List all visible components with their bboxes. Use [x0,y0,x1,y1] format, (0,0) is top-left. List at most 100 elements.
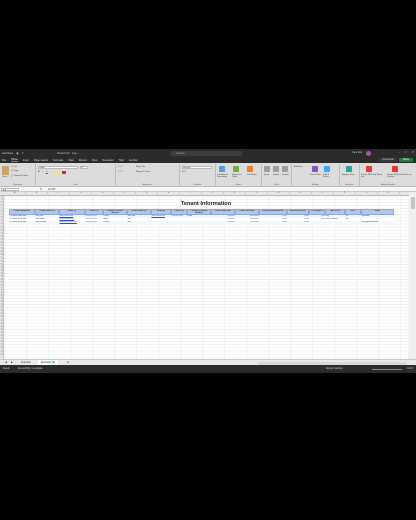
delete-icon[interactable] [273,166,279,172]
fill-color-icon[interactable] [56,171,60,174]
find-select-icon[interactable] [324,166,330,172]
accessibility-status[interactable]: Accessibility: Investigate [18,368,43,370]
menu-item-view[interactable]: View [92,159,97,162]
column-heading[interactable]: Tenant Name (1) [35,208,59,215]
find-select-label: Find & Select [323,174,330,179]
menu-item-insert[interactable]: Insert [23,159,29,162]
minimize-icon[interactable]: – [398,150,400,154]
autosum-button[interactable]: AutoSum [294,166,303,168]
number-format-select[interactable]: General [182,166,212,169]
menu-item-home[interactable]: Home [11,158,18,162]
table-cell[interactable]: 2/1/2023 [211,221,235,224]
column-heading[interactable]: Security Deposit [287,208,309,215]
menu-item-formulas[interactable]: Formulas [53,159,63,162]
table-cell[interactable] [345,221,361,224]
vertical-scrollbar[interactable] [409,192,416,359]
menu-item-review[interactable]: Review [79,159,87,162]
format-painter-icon[interactable]: 🖌 Format Painter [11,174,28,177]
undo-icon[interactable]: ↶ [22,152,24,155]
table-cell[interactable]: 1,200 [287,221,309,224]
column-heading[interactable]: Type of Pet [325,208,345,215]
menu-item-help[interactable]: Help [119,159,124,162]
avatar[interactable] [366,150,371,156]
ribbon-group-alignment: ≡ ≡ ≡ ≡ ≡ ≡ Wrap Text Merge & Center Ali… [116,164,180,186]
cell-styles-icon[interactable] [247,166,253,172]
table-cell[interactable] [309,221,325,224]
paste-icon[interactable] [2,166,9,175]
table-cell[interactable] [171,221,187,224]
sort-filter-icon[interactable] [312,166,318,172]
underline-icon[interactable]: U [46,171,48,173]
align-icons-2[interactable]: ≡ ≡ ≡ [118,171,123,173]
table-cell[interactable]: N/A [127,221,151,224]
autosave-toggle[interactable]: AutoSave [2,152,13,155]
column-heading[interactable]: Lease Start Date [211,208,235,215]
currency-icon[interactable]: $ % , [182,171,187,173]
table-cell[interactable]: Phone [103,221,127,224]
table-cell[interactable]: 1,200 [259,221,287,224]
bold-icon[interactable]: B [38,171,40,173]
save-icon[interactable]: ▣ [16,152,18,155]
menu-item-file[interactable]: File [2,159,6,162]
formula-input[interactable]: Go 3/7 [48,188,56,191]
table-cell[interactable]: 555-555-5558 [85,221,103,224]
align-icons[interactable]: ≡ ≡ ≡ [118,166,123,168]
table-cell[interactable]: bjohnson@email.com [59,221,85,224]
wrap-text-button[interactable]: Wrap Text [136,166,145,168]
column-heading[interactable]: Pet Deposit [309,208,325,215]
create-pdf-icon[interactable] [366,166,372,172]
table-cell[interactable]: 1/31/2024 [235,221,259,224]
column-heading[interactable]: Tenant Name (2) [127,208,151,215]
column-heading[interactable]: Phone (1) [85,208,103,215]
column-heading[interactable]: Notes [361,208,394,215]
format-icon[interactable] [282,166,288,172]
conditional-formatting-label: Conditional Formatting [217,174,228,179]
menu-item-data[interactable]: Data [68,159,73,162]
group-label: Number [193,183,202,186]
comments-button[interactable]: Comments [379,157,397,162]
conditional-formatting-icon[interactable] [219,166,225,172]
font-size-select[interactable]: 11 [80,166,88,169]
cut-icon[interactable]: ✂ Cut [11,166,17,168]
insert-icon[interactable] [264,166,270,172]
table-cell[interactable] [151,221,171,224]
column-heading[interactable]: Monthly Rent Amount [259,208,287,215]
table-cell[interactable]: Late payments noted [361,221,394,224]
menu-item-developer[interactable]: Developer [102,159,113,162]
analyze-data-icon[interactable] [346,166,352,172]
share-pdf-icon[interactable] [392,166,398,172]
font-color-icon[interactable] [62,171,66,174]
merge-center-button[interactable]: Merge & Center [136,171,151,173]
column-heading[interactable]: Email (1) [59,208,85,215]
zoom-level[interactable]: 100% [407,368,413,370]
table-cell[interactable] [325,221,345,224]
create-pdf-label: Create PDF and Share link [361,174,383,179]
column-heading[interactable]: Email (2) [151,208,171,215]
vertical-scroll-thumb[interactable] [410,197,415,209]
format-table-icon[interactable] [233,166,239,172]
column-heading[interactable]: Preferred Contact Method [187,208,211,215]
column-heading[interactable]: Preferred Contact Method [103,208,127,215]
maximize-icon[interactable]: □ [405,150,407,154]
close-icon[interactable]: ✕ [411,150,414,154]
menu-item-acrobat[interactable]: Acrobat [129,159,138,162]
table-cell[interactable]: 123 Main Street, Apt 3 [9,221,35,224]
menu-item-page-layout[interactable]: Page Layout [34,159,48,162]
column-heading[interactable]: Pets? [345,208,361,215]
group-label: Styles [235,183,242,186]
table-cell[interactable] [187,221,211,224]
italic-icon[interactable]: I [42,171,43,173]
table-cell[interactable]: Bob Johnson [35,221,59,224]
column-heading[interactable]: Lease End Date [235,208,259,215]
display-settings[interactable]: Display Settings [326,368,342,370]
fx-icon[interactable]: fx [40,188,42,191]
font-name-select[interactable]: Calibri [38,166,78,169]
column-heading[interactable]: Property Address [9,208,35,215]
share-button[interactable]: Share [399,157,413,162]
copy-icon[interactable]: ⎘ Copy [11,170,18,172]
worksheet-grid[interactable]: Tenant Information Property Address Tenan… [4,195,408,359]
search-box[interactable]: ⌕ Search [170,150,242,156]
column-heading[interactable]: Phone (2) [171,208,187,215]
name-box[interactable]: A7 [1,187,19,192]
zoom-slider[interactable] [372,368,402,370]
